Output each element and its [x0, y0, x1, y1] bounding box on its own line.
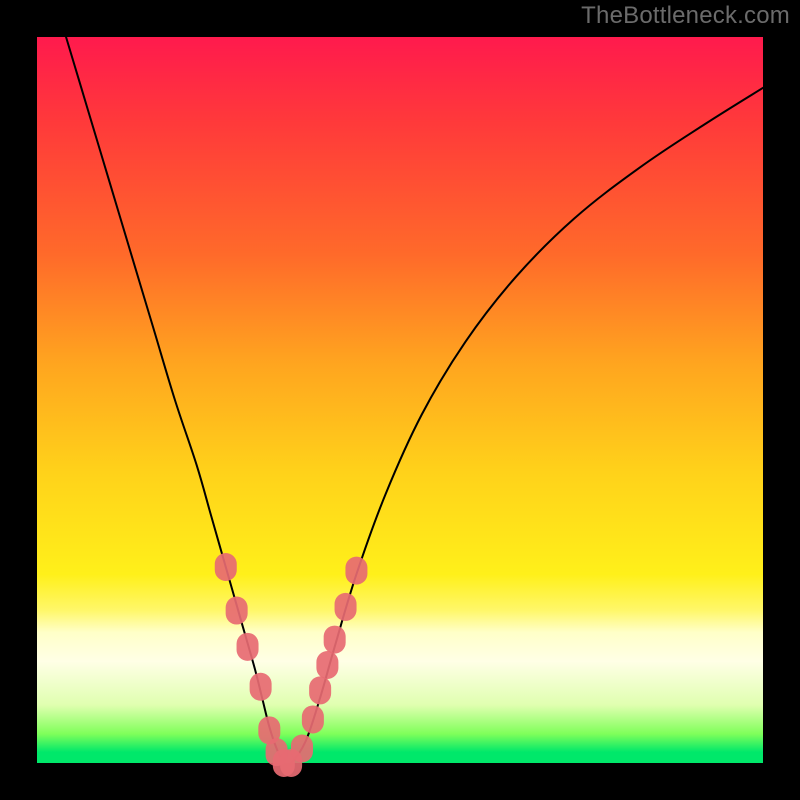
curve-marker — [335, 593, 357, 621]
chart-stage: TheBottleneck.com — [0, 0, 800, 800]
curve-marker — [215, 553, 237, 581]
curve-marker — [345, 557, 367, 585]
curve-marker — [302, 705, 324, 733]
chart-overlay-svg — [37, 37, 763, 763]
curve-marker — [309, 676, 331, 704]
watermark-text: TheBottleneck.com — [581, 2, 790, 30]
curve-marker — [324, 626, 346, 654]
curve-marker — [226, 597, 248, 625]
plot-area — [37, 37, 763, 763]
curve-marker — [316, 651, 338, 679]
bottleneck-curve — [66, 37, 763, 765]
curve-marker — [291, 734, 313, 762]
curve-marker — [250, 673, 272, 701]
curve-marker — [237, 633, 259, 661]
